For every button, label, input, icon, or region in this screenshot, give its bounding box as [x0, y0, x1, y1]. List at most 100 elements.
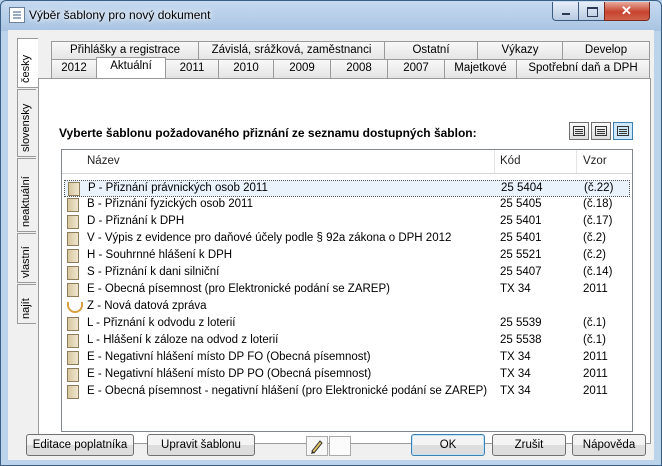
side-tab-label: vlastní [20, 246, 32, 278]
document-icon [67, 215, 79, 229]
item-code: TX 34 [500, 368, 531, 380]
item-vzor: (č.1) [583, 334, 606, 346]
tab-2010[interactable]: 2010 [218, 59, 274, 78]
column-header-name[interactable]: Název [87, 155, 120, 167]
list-item[interactable]: E - Obecná písemnost - negativní hlášení… [64, 384, 630, 401]
item-vzor: 2011 [583, 283, 608, 295]
item-code: 25 5538 [500, 334, 542, 346]
item-vzor: (č.17) [583, 215, 613, 227]
tab-majetkove[interactable]: Majetkové [444, 59, 517, 78]
column-divider[interactable] [494, 150, 495, 173]
item-name: L - Hlášení k záloze na odvod z loterií [87, 334, 279, 346]
view-details-button[interactable] [613, 122, 633, 140]
document-icon [67, 317, 79, 331]
template-list[interactable]: Název Kód Vzor P - Přiznání právnických … [61, 149, 633, 432]
tab-ostatni[interactable]: Ostatní [384, 41, 478, 60]
item-vzor: 2011 [583, 368, 608, 380]
list-header: Název Kód Vzor [62, 150, 632, 174]
item-vzor: (č.1) [583, 317, 606, 329]
list-item[interactable]: E - Obecná písemnost (pro Elektronické p… [64, 282, 630, 299]
blank-toggle-button[interactable] [329, 436, 351, 456]
help-button[interactable]: Nápověda [572, 434, 646, 456]
list-item[interactable]: H - Souhrnné hlášení k DPH 25 5521 (č.2) [64, 248, 630, 265]
item-name: S - Přiznání k dani silniční [87, 266, 220, 278]
edit-template-button[interactable]: Upravit šablonu [147, 434, 255, 456]
item-name: H - Souhrnné hlášení k DPH [87, 249, 233, 261]
list-item[interactable]: E - Negativní hlášení místo DP PO (Obecn… [64, 367, 630, 384]
tab-spotrebni-dan[interactable]: Spotřební daň a DPH [516, 59, 650, 78]
pencil-button[interactable] [306, 436, 328, 456]
pencil-icon [311, 440, 323, 454]
document-icon [67, 351, 79, 365]
item-code: 25 5401 [500, 232, 542, 244]
side-tab-cesky[interactable]: česky [17, 38, 38, 88]
list-item[interactable]: E - Negativní hlášení místo DP FO (Obecn… [64, 350, 630, 367]
side-tab-najit[interactable]: najít [17, 284, 36, 324]
tab-2011[interactable]: 2011 [165, 59, 219, 78]
document-icon [67, 232, 79, 246]
side-tab-neaktualni[interactable]: neaktuální [17, 158, 36, 232]
item-name: E - Negativní hlášení místo DP FO (Obecn… [87, 351, 371, 363]
tab-zavisla[interactable]: Závislá, srážková, zaměstnanci [198, 41, 385, 60]
instruction-text: Vyberte šablonu požadovaného přiznání ze… [59, 126, 477, 140]
list-item[interactable]: B - Přiznání fyzických osob 2011 25 5405 (… [64, 197, 630, 214]
document-icon [67, 334, 79, 348]
ok-button[interactable]: OK [411, 434, 485, 456]
item-vzor: (č.22) [584, 182, 614, 194]
column-divider[interactable] [576, 150, 577, 173]
side-tab-slovensky[interactable]: slovensky [17, 89, 36, 157]
column-header-code[interactable]: Kód [500, 155, 520, 167]
item-code: 25 5401 [500, 215, 542, 227]
item-code: 25 5521 [500, 249, 542, 261]
side-tab-label: najít [20, 298, 32, 319]
item-name: L - Přiznání k odvodu z loterií [87, 317, 236, 329]
item-name: B - Přiznání fyzických osob 2011 [87, 198, 253, 210]
close-button[interactable] [604, 2, 650, 21]
document-icon [67, 266, 79, 280]
list-item[interactable]: D - Přiznání k DPH 25 5401 (č.17) [64, 214, 630, 231]
view-icons-icon [573, 126, 585, 136]
tab-2007[interactable]: 2007 [387, 59, 445, 78]
list-item[interactable]: S - Přiznání k dani silniční 25 5407 (č.14… [64, 265, 630, 282]
item-code: TX 34 [500, 351, 531, 363]
item-name: P - Přiznání právnických osob 2011 [88, 182, 268, 194]
list-item[interactable]: L - Hlášení k záloze na odvod z loterií 2… [64, 333, 630, 350]
maximize-button[interactable] [578, 2, 605, 21]
document-icon [67, 249, 79, 263]
item-code: TX 34 [500, 283, 531, 295]
item-vzor: (č.14) [583, 266, 613, 278]
minimize-button[interactable] [552, 2, 579, 21]
document-icon [67, 368, 79, 382]
tab-2012[interactable]: 2012 [51, 59, 97, 78]
item-vzor: (č.2) [583, 249, 606, 261]
tab-panel: Vyberte šablonu požadovaného přiznání ze… [38, 78, 651, 444]
tab-2008[interactable]: 2008 [330, 59, 388, 78]
item-code: 25 5404 [501, 182, 543, 194]
document-icon [67, 385, 79, 399]
tab-vykazy[interactable]: Výkazy [477, 41, 563, 60]
list-item[interactable]: Z - Nová datová zpráva [64, 299, 630, 316]
item-vzor: (č.18) [583, 198, 613, 210]
view-list-button[interactable] [591, 122, 611, 140]
view-icons-button[interactable] [569, 122, 589, 140]
tab-develop[interactable]: Develop [562, 41, 650, 60]
tab-aktualni[interactable]: Aktuální [96, 57, 166, 78]
document-icon [67, 283, 79, 297]
list-item[interactable]: L - Přiznání k odvodu z loterií 25 5539 (č… [64, 316, 630, 333]
cancel-button[interactable]: Zrušit [492, 434, 566, 456]
tab-2009[interactable]: 2009 [273, 59, 331, 78]
item-name: E - Obecná písemnost - negativní hlášení… [87, 385, 488, 397]
item-vzor: 2011 [583, 351, 608, 363]
title-bar[interactable]: Výběr šablony pro nový dokument [1, 1, 661, 29]
list-item[interactable]: P - Přiznání právnických osob 2011 25 540… [64, 180, 630, 197]
edit-payer-button[interactable]: Editace poplatníka [26, 434, 134, 456]
window-title: Výběr šablony pro nový dokument [29, 8, 211, 22]
dialog-client: česky slovensky neaktuální vlastní najít… [8, 30, 654, 460]
view-list-icon [595, 126, 607, 136]
document-icon [68, 182, 80, 196]
list-item[interactable]: V - Výpis z evidence pro daňové účely po… [64, 231, 630, 248]
item-code: 25 5405 [500, 198, 542, 210]
column-header-vzor[interactable]: Vzor [583, 155, 607, 167]
app-icon [9, 7, 25, 23]
side-tab-vlastni[interactable]: vlastní [17, 233, 36, 283]
